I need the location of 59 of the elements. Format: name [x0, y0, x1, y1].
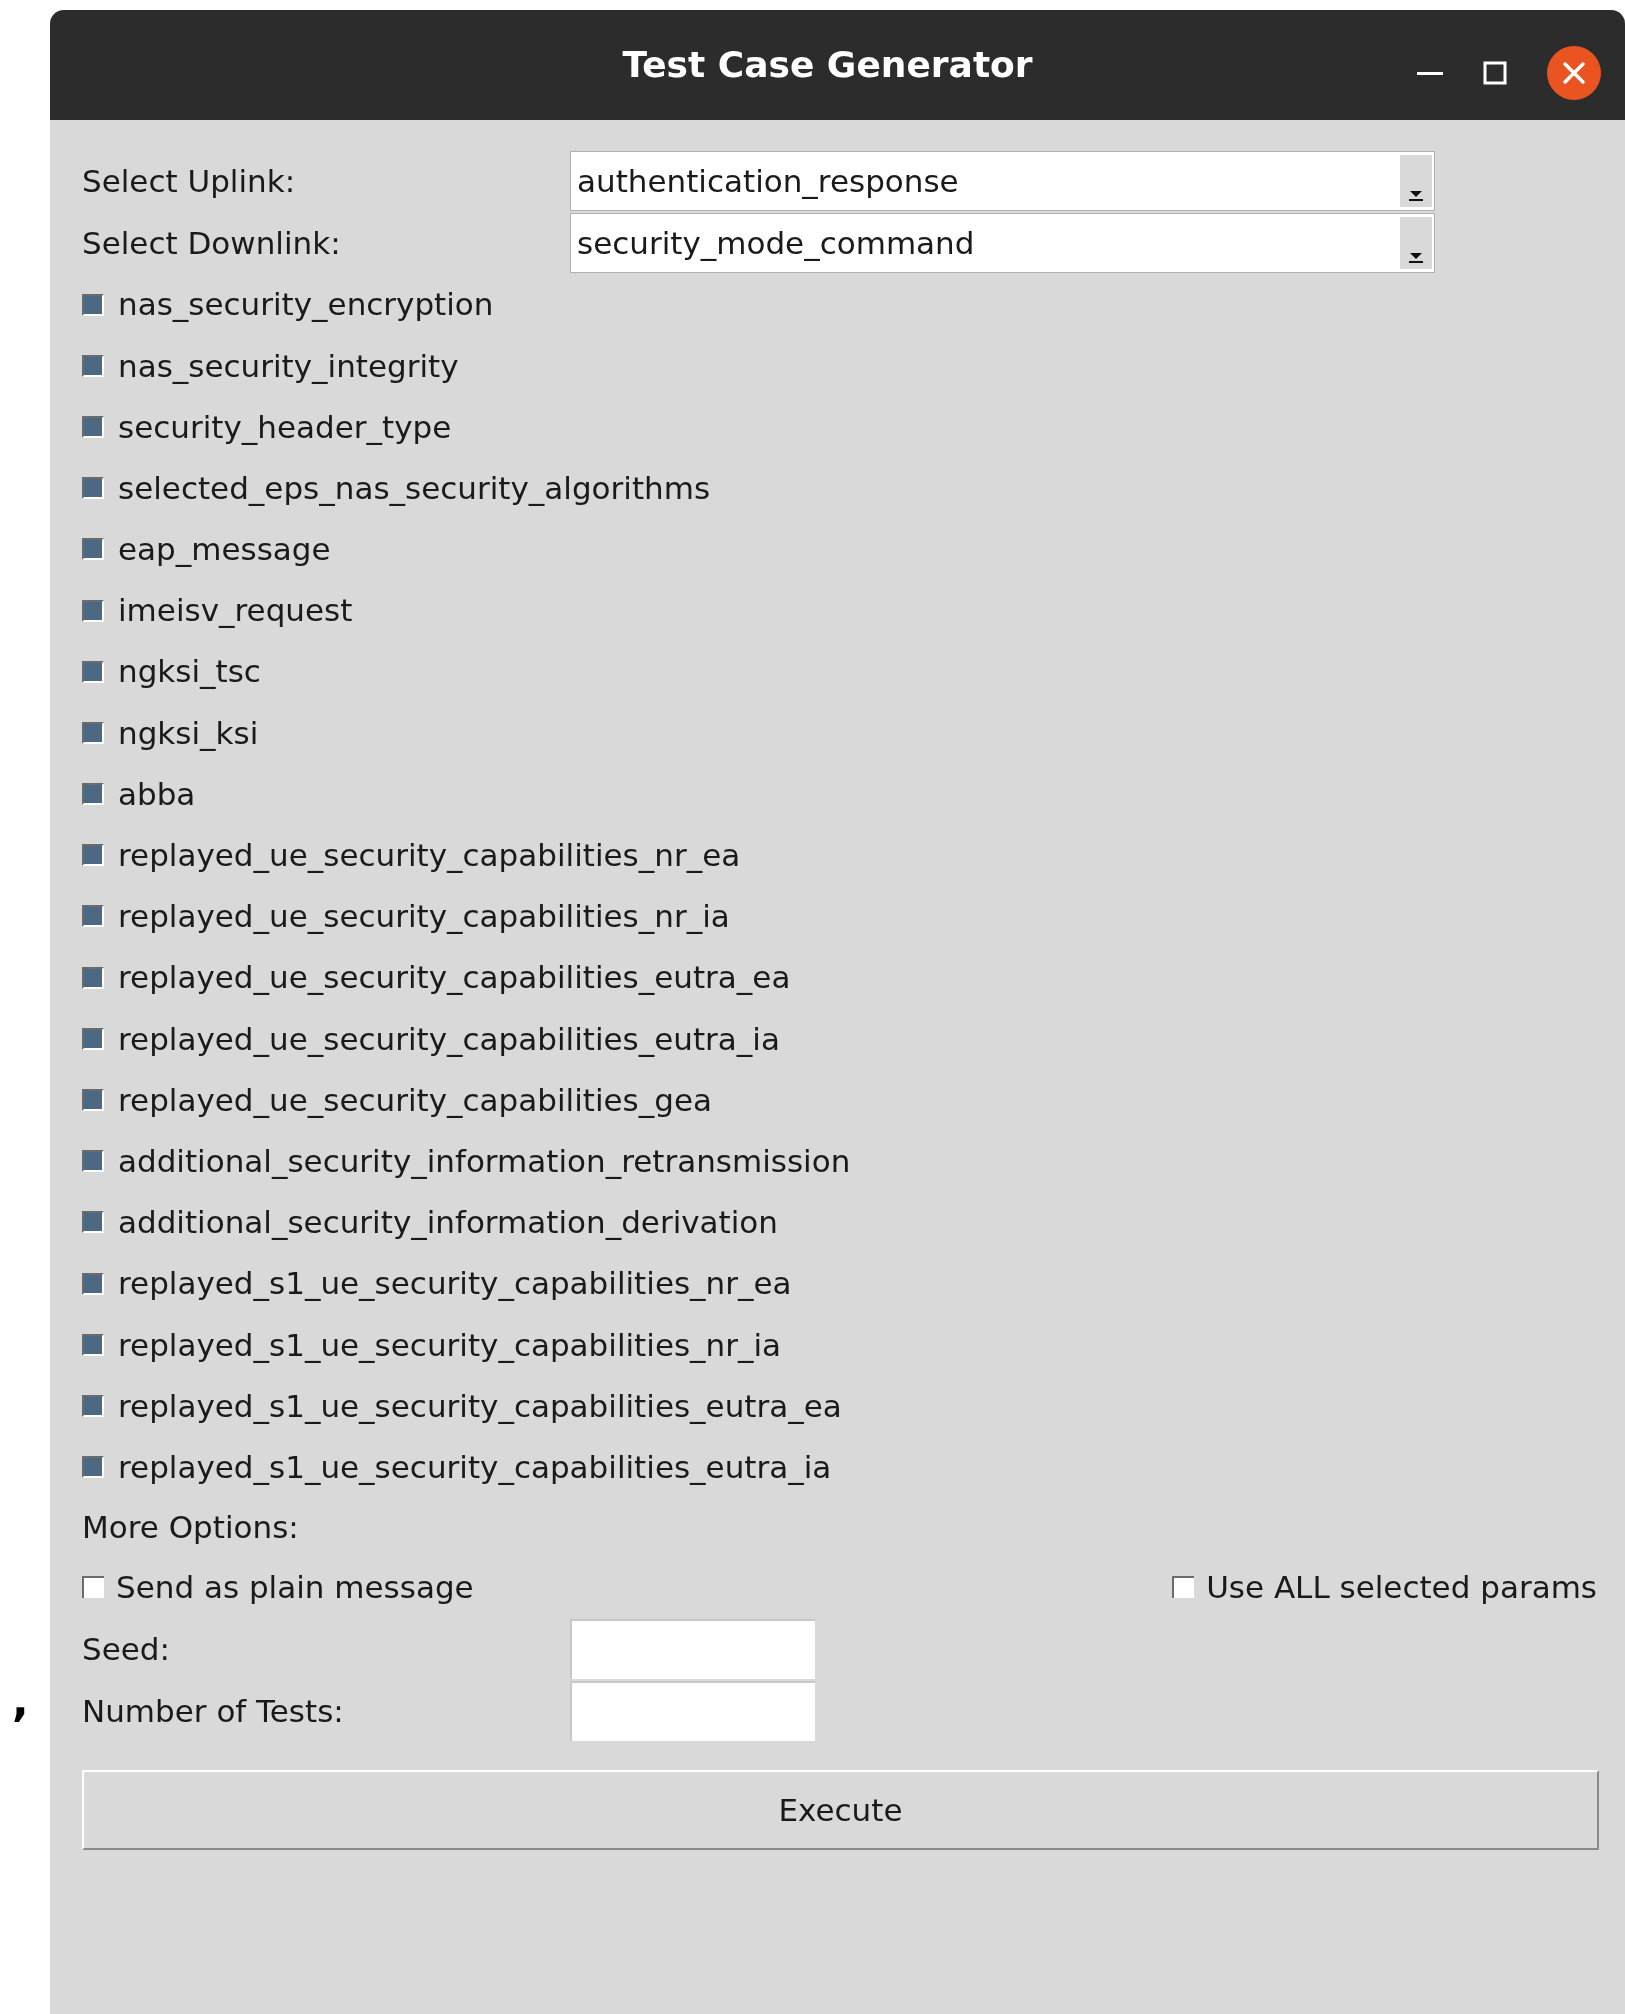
checkbox[interactable]: [82, 599, 104, 622]
param-label: replayed_ue_security_capabilities_gea: [118, 1080, 712, 1120]
dropdown[interactable]: authentication_response: [570, 151, 1435, 211]
param-label: nas_security_encryption: [118, 285, 494, 325]
select-label: Select Downlink:: [82, 223, 342, 263]
param-label: replayed_ue_security_capabilities_nr_ia: [118, 897, 730, 937]
param-label: replayed_s1_ue_security_capabilities_eutra_ia: [118, 1447, 832, 1487]
dropdown[interactable]: security_mode_command: [570, 213, 1435, 273]
checkbox[interactable]: [82, 1575, 104, 1598]
close-icon[interactable]: [1547, 46, 1601, 100]
param-label: eap_message: [118, 530, 331, 570]
checkbox[interactable]: [82, 1027, 104, 1050]
param-label: replayed_s1_ue_security_capabilities_nr_ea: [118, 1264, 792, 1304]
checkbox[interactable]: [82, 538, 104, 561]
maximize-icon[interactable]: [1483, 61, 1507, 85]
param-label: replayed_ue_security_capabilities_eutra_ea: [118, 958, 791, 998]
param-label: ngksi_ksi: [118, 713, 259, 753]
field-label: Number of Tests:: [82, 1691, 345, 1731]
checkbox[interactable]: [82, 966, 104, 989]
param-label: additional_security_information_derivation: [118, 1203, 778, 1243]
param-label: nas_security_integrity: [118, 346, 459, 386]
checkbox[interactable]: [82, 1211, 104, 1234]
stray-mark: ,: [12, 1675, 29, 1726]
param-label: replayed_ue_security_capabilities_eutra_ia: [118, 1019, 780, 1059]
section-heading: More Options:: [82, 1507, 299, 1547]
window-title: Test Case Generator: [622, 43, 1034, 87]
param-label: selected_eps_nas_security_algorithms: [118, 468, 711, 508]
checkbox[interactable]: [82, 783, 104, 806]
checkbox[interactable]: [82, 1394, 104, 1417]
input-field[interactable]: [570, 1618, 815, 1679]
param-label: additional_security_information_retransmission: [118, 1141, 851, 1181]
param-label: imeisv_request: [118, 591, 353, 631]
checkbox[interactable]: [82, 1150, 104, 1173]
checkbox[interactable]: [82, 905, 104, 928]
input-field[interactable]: [570, 1680, 815, 1741]
checkbox[interactable]: [82, 1333, 104, 1356]
checkbox[interactable]: [82, 1456, 104, 1479]
param-label: abba: [118, 774, 196, 814]
checkbox[interactable]: [82, 1272, 104, 1295]
param-label: replayed_ue_security_capabilities_nr_ea: [118, 836, 741, 876]
minimize-icon[interactable]: [1417, 70, 1443, 76]
execute-button[interactable]: Execute: [82, 1769, 1599, 1850]
option-label: Use ALL selected params: [1206, 1567, 1597, 1607]
param-label: ngksi_tsc: [118, 652, 261, 692]
checkbox[interactable]: [82, 293, 104, 316]
param-label: replayed_s1_ue_security_capabilities_nr_ia: [118, 1325, 782, 1365]
checkbox[interactable]: [82, 477, 104, 500]
checkbox[interactable]: [82, 660, 104, 683]
checkbox[interactable]: [1172, 1575, 1195, 1598]
param-label: replayed_s1_ue_security_capabilities_eutra_ea: [118, 1386, 842, 1426]
checkbox[interactable]: [82, 721, 104, 744]
option-label: Send as plain message: [116, 1567, 474, 1607]
checkbox[interactable]: [82, 354, 104, 377]
checkbox[interactable]: [82, 844, 104, 867]
checkbox[interactable]: [82, 415, 104, 438]
field-label: Seed:: [82, 1629, 171, 1669]
param-label: security_header_type: [118, 407, 452, 447]
checkbox[interactable]: [82, 1089, 104, 1112]
select-label: Select Uplink:: [82, 161, 297, 201]
